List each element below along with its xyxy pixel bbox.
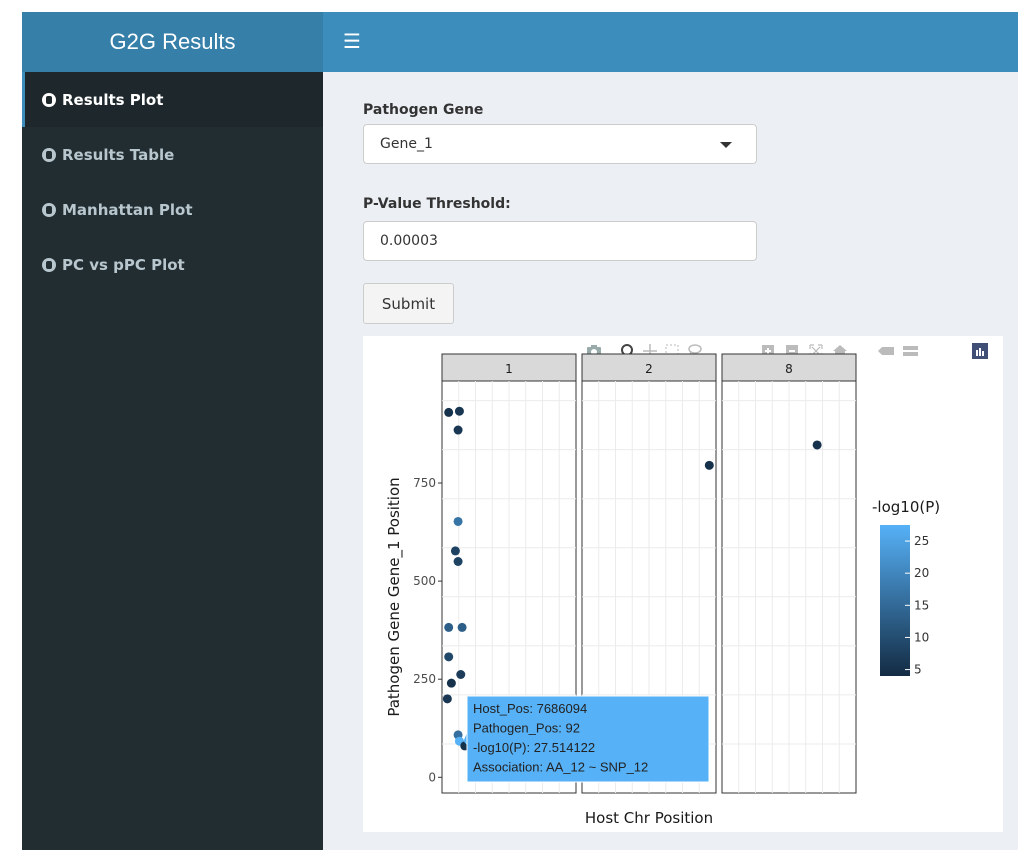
pathogen-gene-select[interactable]: Gene_1: [363, 124, 757, 164]
main-content: Pathogen Gene Gene_1 P-Value Threshold: …: [323, 72, 1018, 850]
legend-tick-label: 20: [914, 566, 929, 580]
data-point: [444, 407, 454, 417]
sidebar-item-label: PC vs pPC Plot: [62, 255, 185, 274]
sidebar-item-label: Results Plot: [62, 90, 164, 109]
sidebar-item-label: Results Table: [62, 145, 175, 164]
p-value-threshold-label: P-Value Threshold:: [363, 196, 511, 212]
data-point: [442, 694, 452, 704]
top-navbar: ☰: [323, 12, 1018, 72]
tooltip-line: Pathogen_Pos: 92: [473, 721, 580, 736]
tooltip-line: Association: AA_12 ~ SNP_12: [473, 760, 648, 775]
p-value-threshold-input[interactable]: 0.00003: [363, 221, 757, 261]
data-point: [444, 652, 454, 662]
y-tick-label: 750: [413, 476, 436, 490]
data-point: [454, 406, 464, 416]
legend-tick-label: 10: [914, 630, 929, 644]
dashboard-icon: [42, 92, 56, 107]
facet-label: 1: [505, 362, 513, 376]
hamburger-icon[interactable]: ☰: [343, 30, 365, 52]
dashboard-icon: [42, 202, 56, 217]
results-plot: 1 2 8 0 250 500 750 Pathogen Gene Gene_1 Posit…: [363, 336, 1003, 832]
sidebar: Results Plot Results Table Manhattan Plo…: [22, 72, 323, 850]
legend-colorbar: [880, 525, 910, 676]
pathogen-gene-value: Gene_1: [380, 136, 433, 152]
data-point: [812, 440, 822, 450]
legend-title: -log10(P): [872, 498, 940, 516]
legend-tick-label: 15: [914, 598, 929, 612]
data-point: [457, 622, 467, 632]
data-point: [704, 460, 714, 470]
dashboard-icon: [42, 257, 56, 272]
tooltip-line: Host_Pos: 7686094: [473, 701, 587, 716]
app-logo-title[interactable]: G2G Results: [22, 12, 323, 72]
chevron-down-icon: [720, 142, 732, 148]
sidebar-item-label: Manhattan Plot: [62, 200, 193, 219]
sidebar-item-pc-vs-ppc-plot[interactable]: PC vs pPC Plot: [22, 237, 323, 292]
facet-label: 2: [645, 362, 653, 376]
y-tick-label: 0: [428, 770, 436, 784]
p-value-threshold-value: 0.00003: [380, 233, 438, 249]
y-tick-label: 500: [413, 574, 436, 588]
sidebar-item-results-table[interactable]: Results Table: [22, 127, 323, 182]
data-point: [456, 670, 466, 680]
dashboard-icon: [42, 147, 56, 162]
data-point: [446, 678, 456, 688]
sidebar-item-manhattan-plot[interactable]: Manhattan Plot: [22, 182, 323, 237]
data-point: [444, 622, 454, 632]
submit-button[interactable]: Submit: [363, 283, 454, 324]
y-axis-title: Pathogen Gene Gene_1 Position: [385, 477, 404, 716]
tooltip-line: -log10(P): 27.514122: [473, 740, 595, 755]
sidebar-item-results-plot[interactable]: Results Plot: [22, 72, 323, 127]
data-point: [453, 425, 463, 435]
legend-tick-label: 25: [914, 534, 929, 548]
x-axis-title: Host Chr Position: [585, 809, 713, 827]
scatter-chart: 1 2 8 0 250 500 750 Pathogen Gene Gene_1 Posit…: [385, 353, 940, 827]
data-point: [450, 546, 460, 556]
facet-label: 8: [785, 362, 793, 376]
pathogen-gene-label: Pathogen Gene: [363, 102, 484, 118]
legend-tick-label: 5: [914, 663, 922, 677]
y-tick-label: 250: [413, 672, 436, 686]
data-point: [453, 556, 463, 566]
data-point: [453, 516, 463, 526]
